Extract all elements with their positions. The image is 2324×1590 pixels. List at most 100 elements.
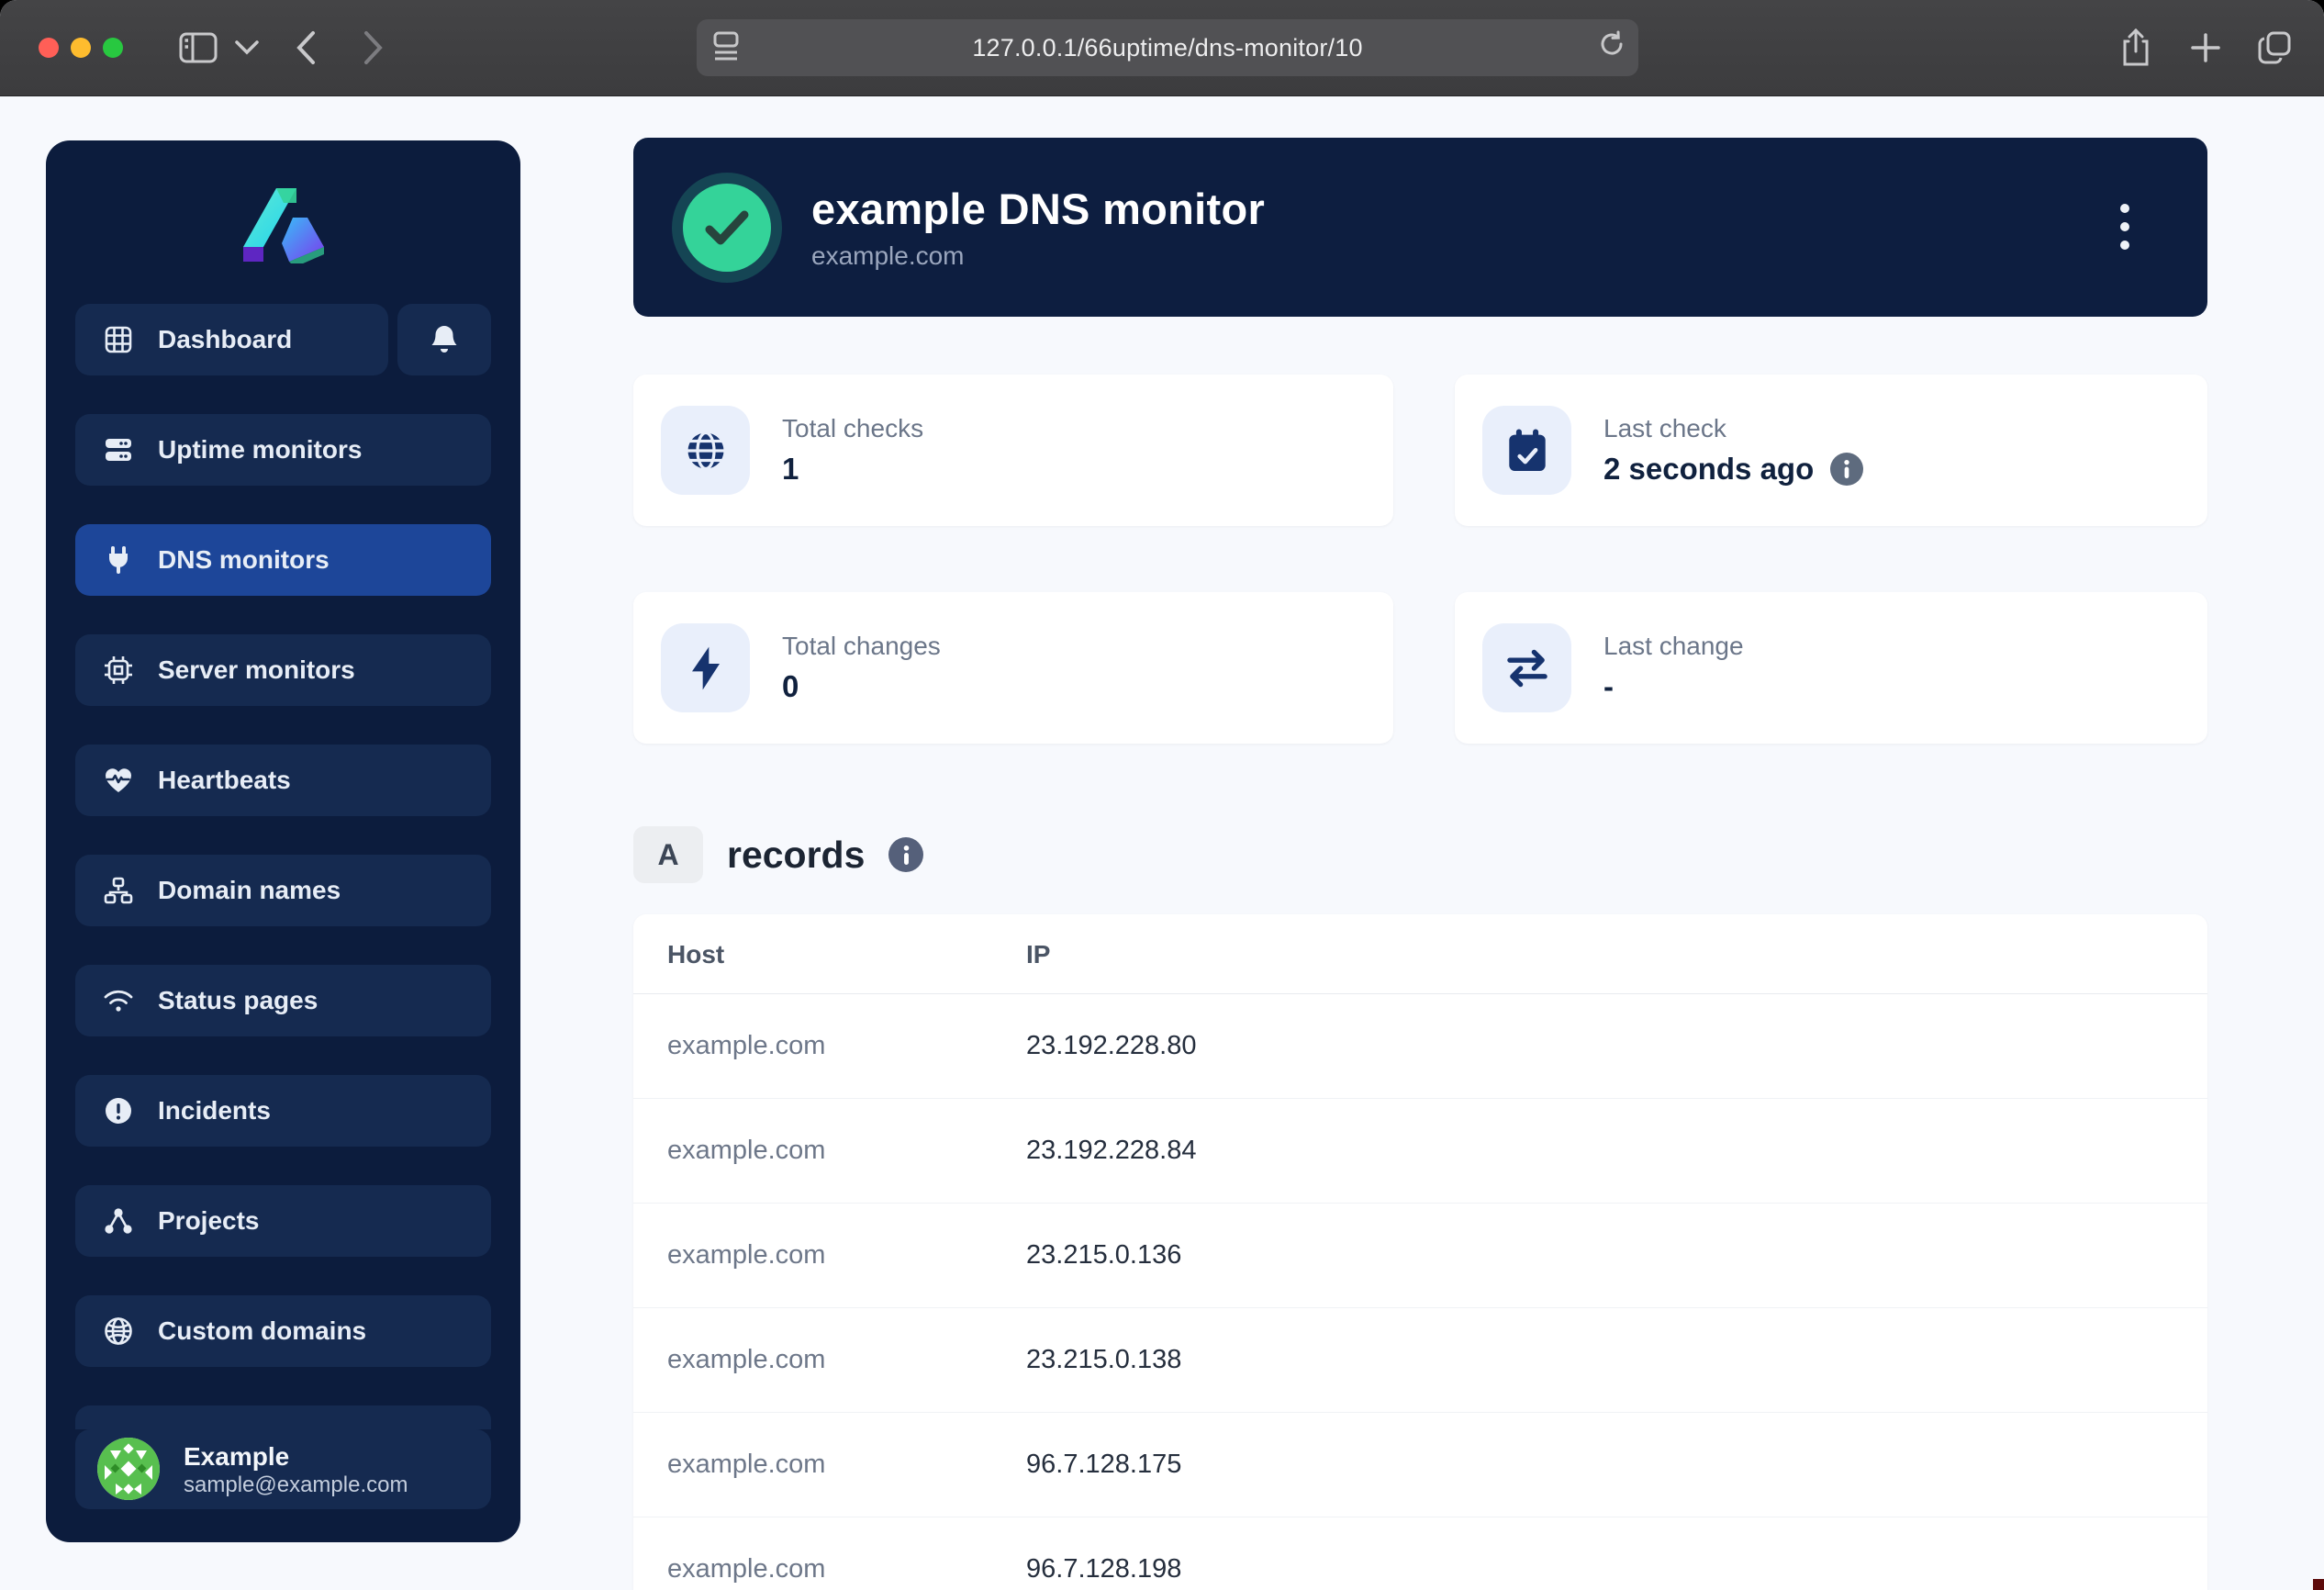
monitor-header-card: example DNS monitor example.com	[633, 138, 2207, 317]
url-text: 127.0.0.1/66uptime/dns-monitor/10	[697, 34, 1638, 62]
record-ip: 23.215.0.136	[1026, 1204, 2207, 1308]
user-menu[interactable]: Example sample@example.com	[75, 1429, 491, 1509]
stat-value: 2 seconds ago	[1603, 452, 1814, 487]
column-header-ip: IP	[1026, 914, 2207, 994]
stat-card-total-checks: Total checks 1	[633, 375, 1393, 526]
globe-icon	[103, 1316, 134, 1346]
stat-label: Total changes	[782, 632, 941, 661]
cpu-icon	[103, 655, 134, 685]
status-up-icon	[672, 173, 782, 283]
share-nodes-icon	[103, 1207, 134, 1235]
table-header-row: Host IP	[633, 914, 2207, 994]
reader-view-icon[interactable]	[711, 30, 741, 66]
stat-value: 0	[782, 669, 941, 704]
table-row: example.com 96.7.128.198	[633, 1517, 2207, 1590]
new-tab-icon[interactable]	[2190, 22, 2221, 73]
main-content: example DNS monitor example.com Total ch…	[633, 138, 2207, 1590]
record-ip: 23.215.0.138	[1026, 1308, 2207, 1413]
sidebar-item-label: DNS monitors	[158, 545, 330, 575]
zoom-window-button[interactable]	[103, 38, 123, 58]
table-row: example.com 96.7.128.175	[633, 1413, 2207, 1517]
record-ip: 23.192.228.84	[1026, 1099, 2207, 1204]
server-stack-icon	[103, 436, 134, 464]
stat-label: Last check	[1603, 414, 1863, 443]
record-host: example.com	[633, 1413, 1026, 1517]
sidebar-menu: Uptime monitors DNS monitors	[75, 414, 491, 1367]
records-table: Host IP example.com 23.192.228.80 exampl…	[633, 914, 2207, 1590]
table-row: example.com 23.215.0.136	[633, 1204, 2207, 1308]
records-section-header: A records	[633, 826, 2207, 883]
record-host: example.com	[633, 1099, 1026, 1204]
refresh-icon[interactable]	[1598, 30, 1626, 65]
forward-button[interactable]	[363, 22, 384, 73]
window-controls	[39, 38, 123, 58]
address-bar[interactable]: 127.0.0.1/66uptime/dns-monitor/10	[697, 19, 1638, 76]
kebab-menu-icon[interactable]	[2106, 195, 2143, 259]
sidebar-item-domain-names[interactable]: Domain names	[75, 855, 491, 926]
sidebar-item-dns-monitors[interactable]: DNS monitors	[75, 524, 491, 596]
sidebar-item-label: Dashboard	[158, 325, 292, 354]
sitemap-icon	[103, 877, 134, 904]
user-name: Example	[184, 1440, 408, 1472]
sidebar-item-label: Custom domains	[158, 1316, 366, 1346]
heart-pulse-icon	[103, 767, 134, 794]
monitor-hostname: example.com	[811, 241, 1265, 271]
records-title: records	[727, 834, 865, 877]
sidebar-item-partial[interactable]	[75, 1405, 491, 1429]
stat-card-total-changes: Total changes 0	[633, 592, 1393, 744]
sidebar-item-label: Server monitors	[158, 655, 355, 685]
stat-label: Total checks	[782, 414, 923, 443]
records-info-icon[interactable]	[888, 837, 923, 872]
sidebar-item-label: Uptime monitors	[158, 435, 362, 465]
globe-icon	[661, 406, 750, 495]
browser-toolbar: 127.0.0.1/66uptime/dns-monitor/10	[0, 0, 2324, 96]
sidebar-item-label: Heartbeats	[158, 766, 291, 795]
close-window-button[interactable]	[39, 38, 59, 58]
minimize-window-button[interactable]	[71, 38, 91, 58]
back-button[interactable]	[296, 22, 316, 73]
stat-label: Last change	[1603, 632, 1744, 661]
share-icon[interactable]	[2120, 22, 2151, 73]
stat-value: 1	[782, 452, 923, 487]
grid-icon	[103, 325, 134, 354]
bell-icon	[429, 324, 460, 355]
notifications-button[interactable]	[397, 304, 491, 375]
records-table-card: Host IP example.com 23.192.228.80 exampl…	[633, 914, 2207, 1590]
calendar-check-icon	[1482, 406, 1571, 495]
sidebar-item-custom-domains[interactable]: Custom domains	[75, 1295, 491, 1367]
sidebar-item-label: Incidents	[158, 1096, 271, 1125]
plug-icon	[103, 545, 134, 575]
sidebar: Dashboard	[46, 140, 520, 1542]
wifi-icon	[103, 988, 134, 1013]
info-icon[interactable]	[1830, 453, 1863, 486]
record-host: example.com	[633, 1308, 1026, 1413]
sidebar-item-label: Status pages	[158, 986, 318, 1015]
record-host: example.com	[633, 1517, 1026, 1590]
table-row: example.com 23.215.0.138	[633, 1308, 2207, 1413]
chevron-down-icon[interactable]	[235, 22, 259, 73]
record-host: example.com	[633, 994, 1026, 1099]
stat-value: -	[1603, 669, 1744, 704]
sidebar-item-label: Domain names	[158, 876, 341, 905]
sidebar-item-dashboard[interactable]: Dashboard	[75, 304, 388, 375]
sidebar-toggle-icon[interactable]	[179, 22, 218, 73]
sidebar-item-status-pages[interactable]: Status pages	[75, 965, 491, 1036]
record-ip: 23.192.228.80	[1026, 994, 2207, 1099]
stat-card-last-change: Last change -	[1455, 592, 2207, 744]
stats-grid: Total checks 1 Last check 2 seconds ago	[633, 375, 2207, 744]
avatar	[97, 1438, 160, 1500]
stat-card-last-check: Last check 2 seconds ago	[1455, 375, 2207, 526]
sidebar-item-heartbeats[interactable]: Heartbeats	[75, 745, 491, 816]
sidebar-item-server-monitors[interactable]: Server monitors	[75, 634, 491, 706]
sidebar-item-projects[interactable]: Projects	[75, 1185, 491, 1257]
sidebar-item-uptime-monitors[interactable]: Uptime monitors	[75, 414, 491, 486]
record-type-badge: A	[633, 826, 703, 883]
user-email: sample@example.com	[184, 1472, 408, 1498]
table-row: example.com 23.192.228.80	[633, 994, 2207, 1099]
app-logo	[240, 186, 328, 263]
column-header-host: Host	[633, 914, 1026, 994]
bolt-icon	[661, 623, 750, 712]
tab-overview-icon[interactable]	[2256, 22, 2293, 73]
sidebar-item-incidents[interactable]: Incidents	[75, 1075, 491, 1147]
page-title: example DNS monitor	[811, 184, 1265, 234]
